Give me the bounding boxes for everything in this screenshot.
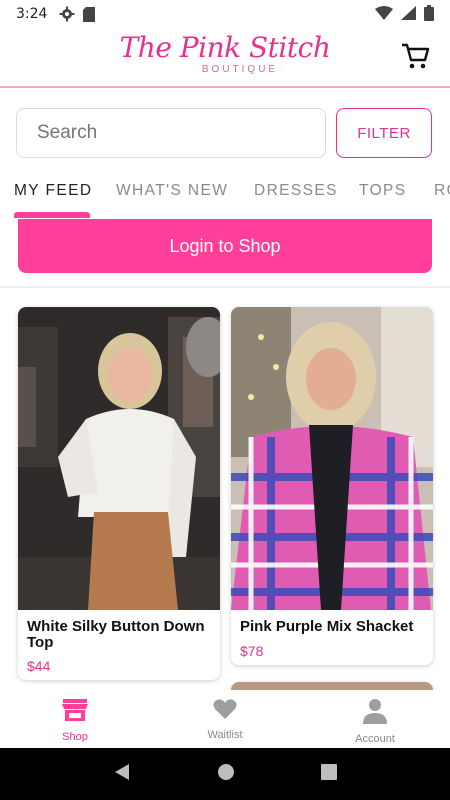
- person-icon: [362, 698, 388, 729]
- section-divider: [0, 286, 450, 288]
- nav-account[interactable]: Account: [300, 690, 450, 748]
- store-icon: [62, 698, 88, 727]
- nav-waitlist[interactable]: Waitlist: [150, 690, 300, 748]
- category-tabs: MY FEED WHAT'S NEW DRESSES TOPS RO: [0, 176, 450, 220]
- sd-card-icon: [83, 6, 96, 22]
- brand-logo[interactable]: The Pink Stitch BOUTIQUE: [0, 32, 450, 76]
- product-card[interactable]: Pink Purple Mix Shacket $78: [231, 307, 433, 665]
- nav-label: Shop: [62, 731, 88, 743]
- nav-shop[interactable]: Shop: [0, 690, 150, 748]
- product-image[interactable]: [231, 307, 433, 610]
- battery-icon: [424, 4, 434, 24]
- home-icon[interactable]: [217, 763, 235, 786]
- product-card[interactable]: White Silky Button Down Top $44: [18, 307, 220, 680]
- status-bar: 3:24: [0, 0, 450, 28]
- back-icon[interactable]: [113, 763, 131, 786]
- logo-subtitle: BOUTIQUE: [201, 64, 279, 75]
- system-nav-bar: [0, 748, 450, 800]
- nav-label: Account: [355, 733, 395, 745]
- recents-icon[interactable]: [321, 763, 337, 785]
- cell-signal-icon: [401, 5, 416, 23]
- product-name[interactable]: Pink Purple Mix Shacket: [240, 619, 430, 635]
- tab-ro[interactable]: RO: [434, 182, 450, 200]
- bottom-nav: Shop Waitlist Account: [0, 690, 450, 748]
- tab-dresses[interactable]: DRESSES: [254, 182, 338, 200]
- wifi-icon: [375, 5, 393, 23]
- app-header: The Pink Stitch BOUTIQUE: [0, 28, 450, 88]
- status-time: 3:24: [16, 6, 48, 22]
- tab-whats-new[interactable]: WHAT'S NEW: [116, 182, 228, 200]
- product-name[interactable]: White Silky Button Down Top: [27, 619, 217, 651]
- tab-my-feed[interactable]: MY FEED: [14, 182, 92, 200]
- status-right-icons: [375, 4, 434, 24]
- cart-icon[interactable]: [400, 42, 430, 70]
- app-screen: 3:24 The Pink Stitch BOUTIQUE Search FIL…: [0, 0, 450, 800]
- tab-tops[interactable]: TOPS: [359, 182, 407, 200]
- nav-label: Waitlist: [207, 729, 243, 741]
- active-tab-indicator: [14, 212, 90, 218]
- settings-icon: [59, 6, 75, 22]
- product-price: $44: [27, 658, 51, 674]
- product-price: $78: [240, 643, 264, 659]
- product-image[interactable]: [18, 307, 220, 610]
- search-input[interactable]: [16, 108, 326, 158]
- filter-button[interactable]: FILTER: [336, 108, 432, 158]
- logo-script: The Pink Stitch: [119, 31, 331, 64]
- login-to-shop-button[interactable]: Login to Shop: [18, 219, 432, 273]
- heart-icon: [213, 698, 237, 725]
